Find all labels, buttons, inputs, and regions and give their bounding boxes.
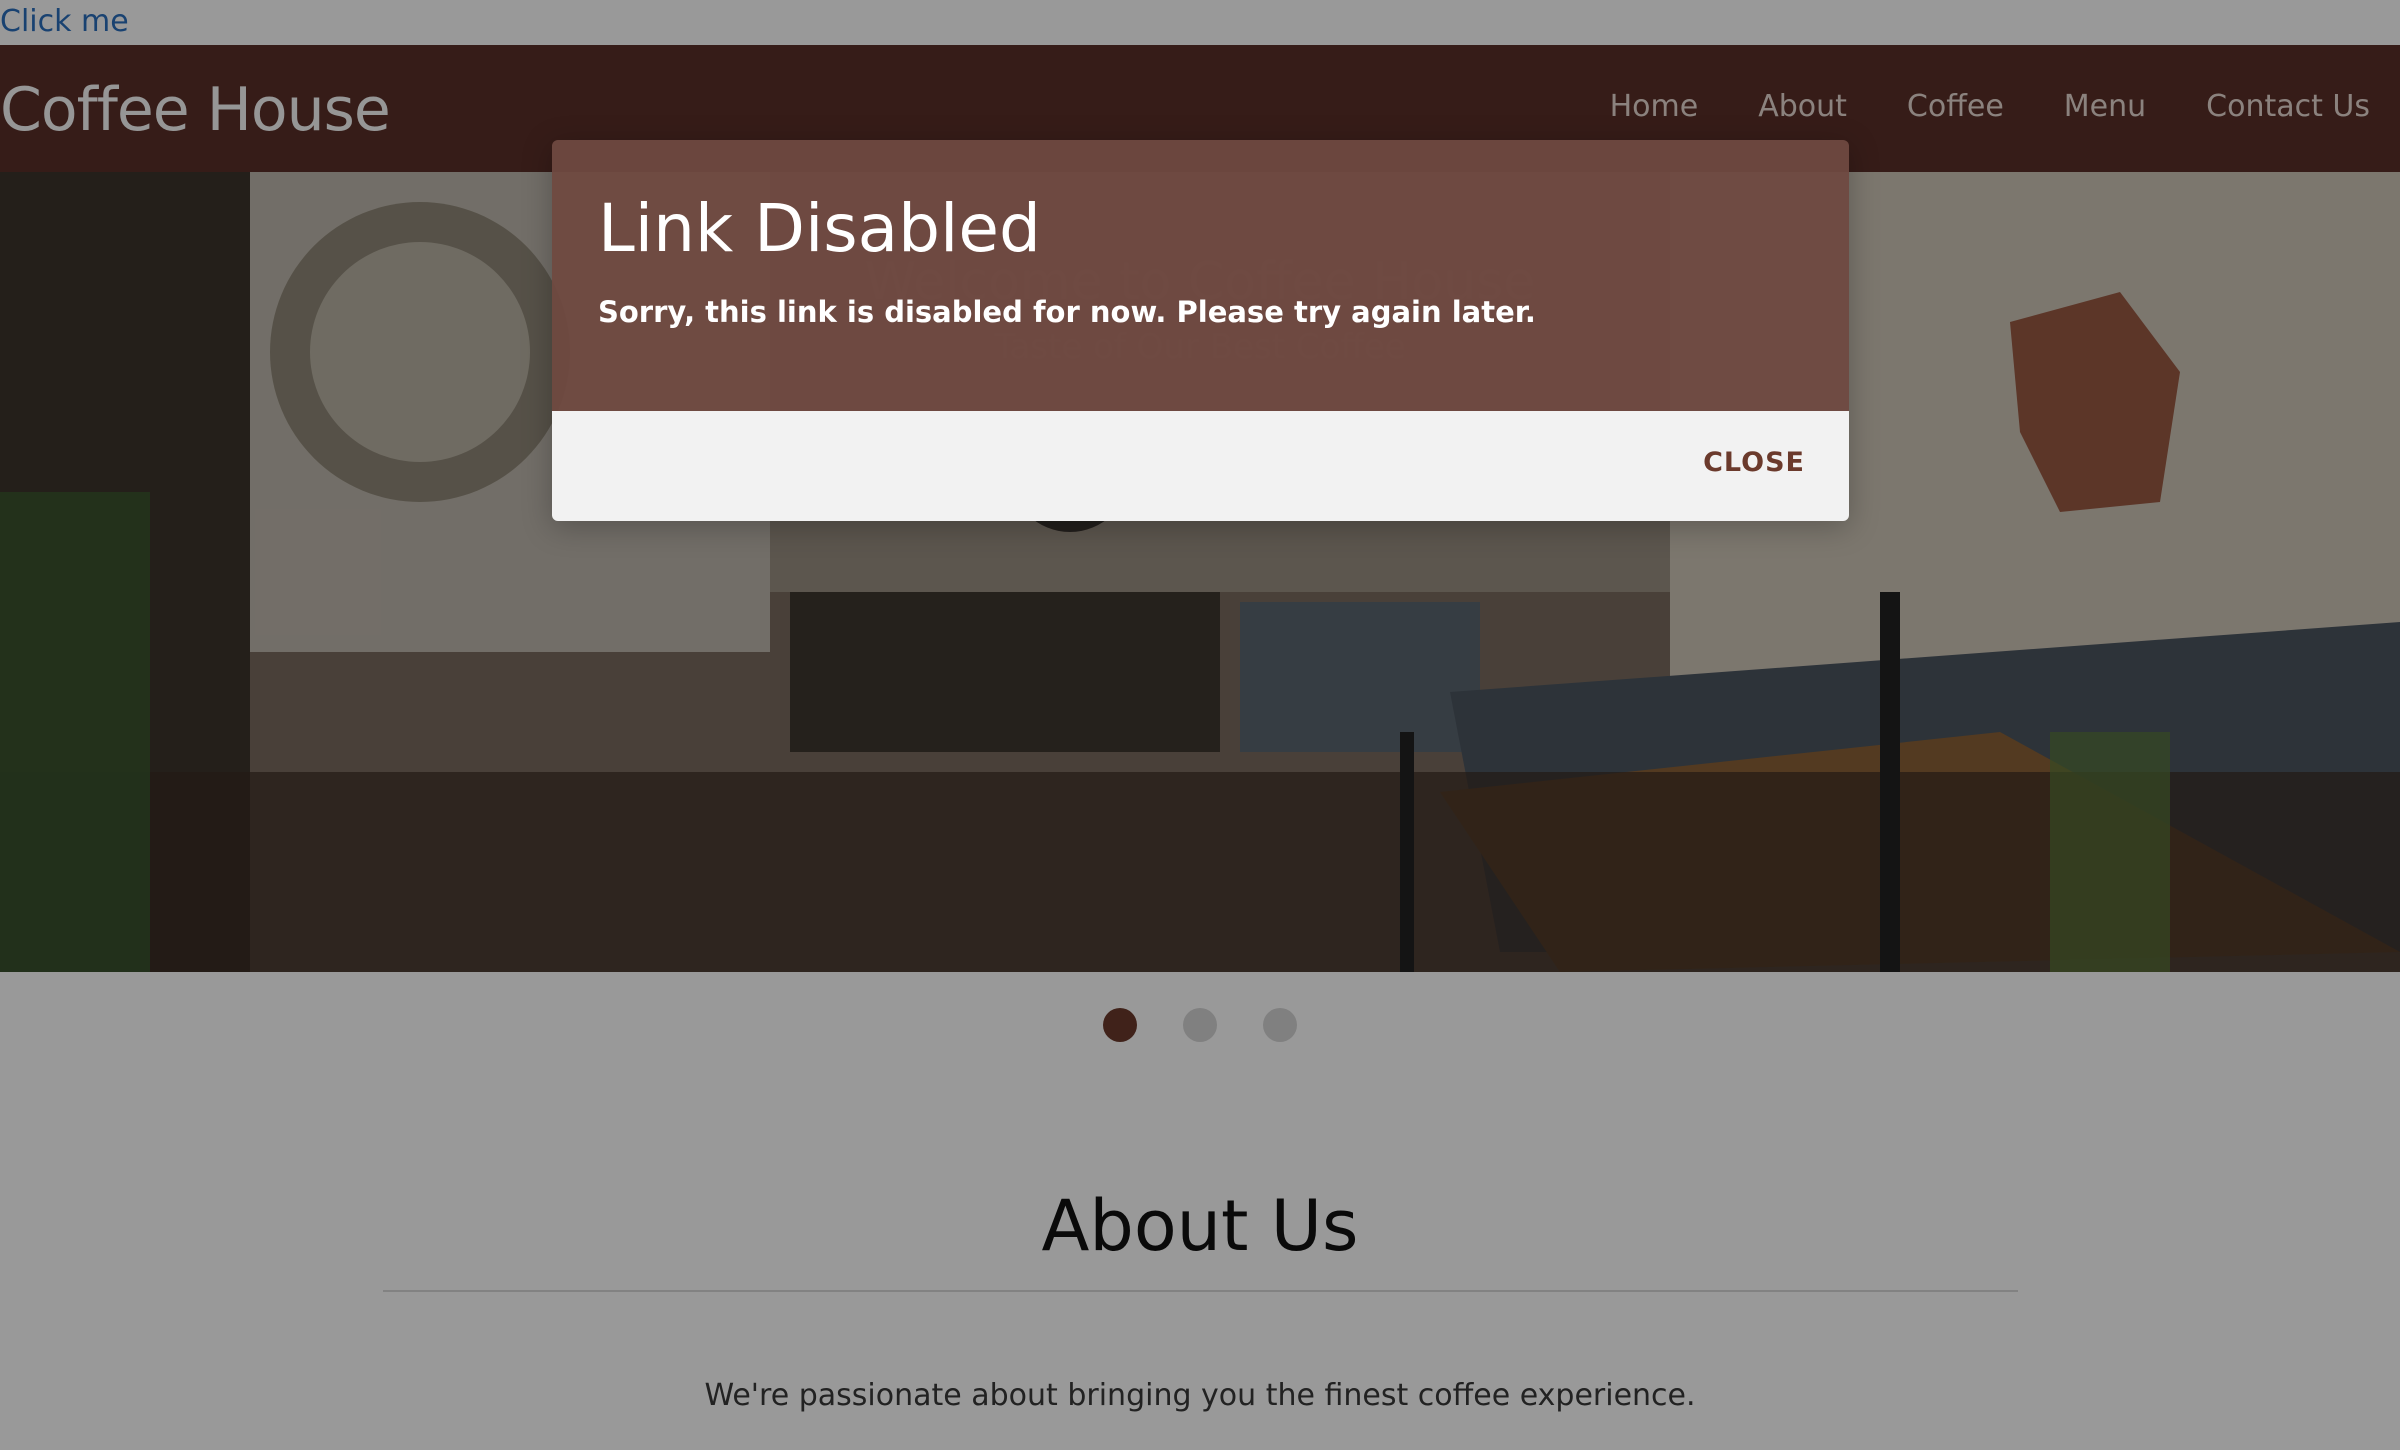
page: Click me Coffee House Home About Coffee …: [0, 0, 2400, 1450]
link-disabled-modal: Link Disabled Sorry, this link is disabl…: [552, 140, 1849, 521]
modal-footer: CLOSE: [552, 411, 1849, 521]
close-button[interactable]: CLOSE: [1703, 447, 1805, 478]
modal-header: Link Disabled Sorry, this link is disabl…: [552, 140, 1849, 411]
modal-title: Link Disabled: [598, 190, 1041, 267]
modal-message: Sorry, this link is disabled for now. Pl…: [598, 295, 1536, 329]
